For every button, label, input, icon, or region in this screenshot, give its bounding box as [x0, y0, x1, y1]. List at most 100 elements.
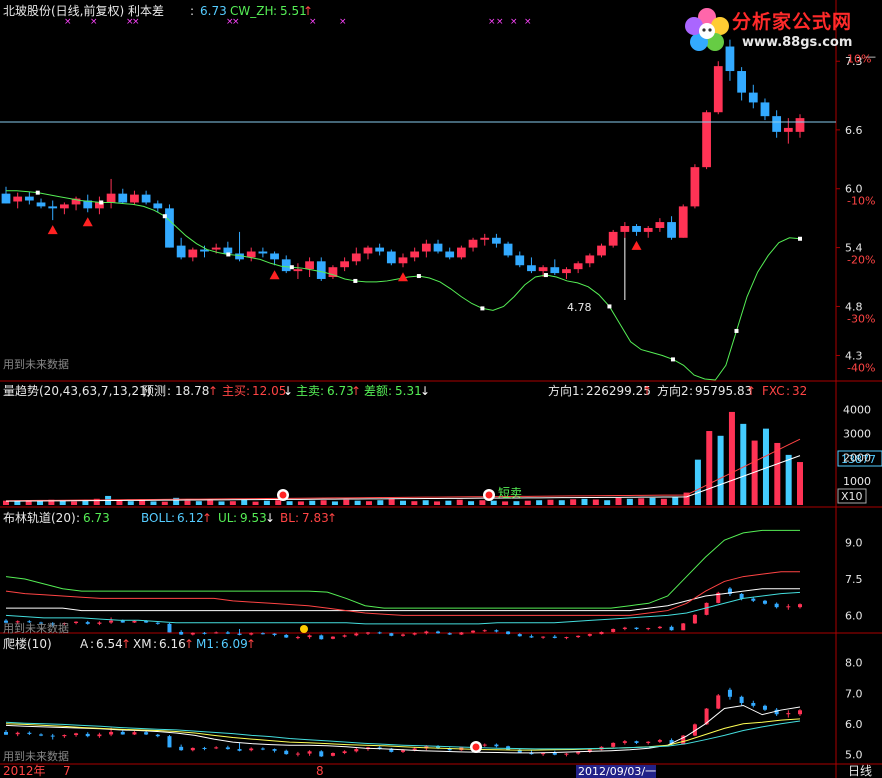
volume-bar [263, 500, 270, 505]
candle [772, 116, 782, 132]
candle [351, 253, 361, 262]
marker-x: × [339, 17, 347, 27]
candle [130, 194, 139, 203]
candle [36, 202, 46, 207]
boll-candle [109, 620, 114, 623]
marker-x: × [510, 17, 518, 27]
main-ind-0-value: 6.73 [200, 4, 227, 18]
boll-ind-1-value: 6.12 [177, 511, 204, 525]
boll-candle [704, 602, 709, 615]
boll-candle [214, 632, 219, 634]
ma-dot [226, 252, 231, 257]
pa-ind-1-label: XM [133, 637, 152, 651]
boll-candle [401, 634, 405, 636]
footer-month-8: 8 [316, 764, 324, 778]
marker-x: × [524, 17, 532, 27]
candle [690, 167, 700, 207]
marker-x: × [496, 17, 504, 27]
ma-dot [353, 278, 358, 283]
pa-ind-0-label: A [80, 637, 89, 651]
boll-candle [295, 637, 300, 639]
stock-chart: × × ×× ×× × × × × × × 北玻股份(日线,前复权) 利本差 : 6.73 CW_… [0, 0, 882, 778]
pa-candle [716, 695, 721, 709]
pa-candle [798, 710, 802, 715]
pa-candle [657, 740, 662, 742]
pa-y-tick: 6.0 [845, 718, 863, 731]
boll-y-tick: 9.0 [845, 537, 863, 550]
candle [620, 226, 630, 232]
vol-trend-red [5, 438, 801, 502]
candle [643, 227, 653, 232]
vol-ind-3-value: 5.31 [395, 384, 422, 398]
boll-candle [669, 626, 674, 631]
volume-bar [343, 499, 350, 505]
boll-candle [751, 598, 756, 601]
boll-candle [377, 632, 382, 634]
pa-candle [202, 747, 207, 749]
ma-dot [734, 328, 739, 333]
boll-candle [482, 630, 487, 632]
candle [363, 247, 373, 254]
pa-candle [727, 689, 732, 697]
volume-bar [570, 499, 577, 505]
pa-y-tick: 7.0 [845, 687, 863, 700]
colon-sep: : [246, 384, 250, 398]
pa-y-tick: 8.0 [845, 657, 863, 670]
boll-candle [202, 632, 207, 634]
volume-bar [728, 411, 735, 505]
volume-bar [411, 501, 418, 505]
colon-sep: : [190, 4, 194, 18]
vol-scale: X10 [841, 490, 863, 503]
pa-candle [646, 741, 651, 743]
vol-ind-5-arrow: ↑ [746, 384, 756, 398]
pa-candle [167, 736, 172, 748]
pa-candle [39, 734, 44, 736]
signal-triangle [269, 270, 280, 280]
vol-ind-1-arrow: ↓ [283, 384, 293, 398]
boll-sun-icon [300, 625, 308, 633]
vol-ind-6-value: 32 [792, 384, 807, 398]
footer-period: 日线 [848, 764, 872, 778]
pa-candle [74, 733, 79, 736]
candle [795, 118, 805, 132]
volume-bar [116, 500, 123, 505]
footer-year: 2012年 [3, 764, 46, 778]
candle [293, 269, 303, 272]
pa-candle [611, 742, 616, 747]
watermark: 分析家公式网 www.88gs.com [680, 2, 878, 58]
boll-candle [506, 631, 511, 635]
vol-title: 量趋势(20,43,63,7,13,21) [3, 384, 151, 398]
signal-circle-inner [472, 743, 480, 751]
colon-sep: : [689, 384, 693, 398]
volume-bar [479, 500, 486, 505]
main-y-tick: 6.6 [845, 124, 863, 137]
candle [433, 243, 443, 252]
volume-bar [14, 501, 21, 505]
boll-candle [786, 606, 791, 608]
volume-bar [331, 501, 338, 505]
colon-sep: : [153, 637, 157, 651]
colon-sep: : [76, 511, 80, 525]
boll-candle [412, 633, 417, 635]
vol-ind-2-label: 主卖 [296, 384, 320, 398]
signal-triangle [631, 240, 642, 250]
candle [421, 243, 431, 252]
boll-candle [447, 633, 452, 635]
pa-candle [739, 696, 744, 703]
boll-candle [74, 621, 79, 623]
volume-bar [660, 498, 667, 505]
pa-candle [132, 732, 137, 735]
vol-ind-1-value: 12.05 [252, 384, 286, 398]
main-pct-tick: -20% [847, 254, 875, 267]
main-ind-1-label: CW_ZH [230, 4, 274, 18]
ma-dot [607, 304, 612, 309]
candle [316, 261, 326, 279]
ma-dot [543, 273, 548, 278]
volume-bar [774, 442, 781, 505]
candle [141, 194, 151, 203]
volume-bar [513, 501, 520, 505]
boll-candle [260, 633, 265, 635]
pa-candle [401, 750, 405, 752]
watermark-title: 分析家公式网 [732, 11, 853, 33]
pa-candle [342, 751, 347, 754]
